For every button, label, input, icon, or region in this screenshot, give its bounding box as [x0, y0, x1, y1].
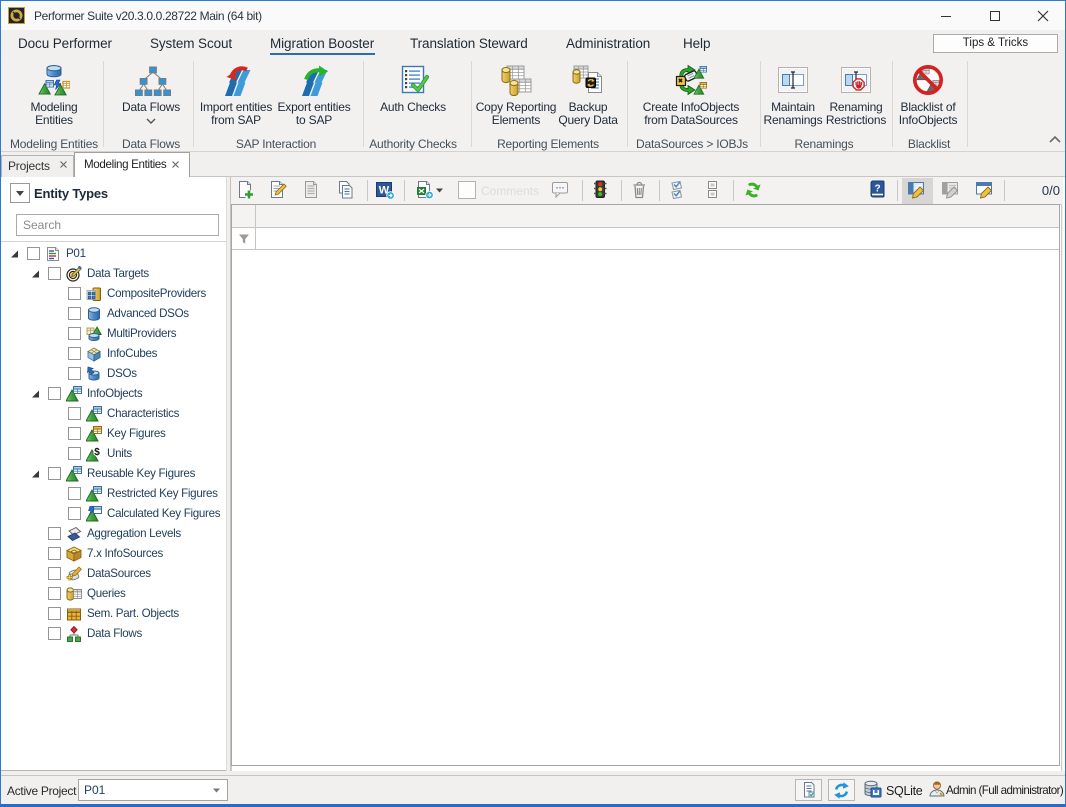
- svg-text:$: $: [94, 447, 100, 458]
- svg-text:?: ?: [874, 184, 880, 195]
